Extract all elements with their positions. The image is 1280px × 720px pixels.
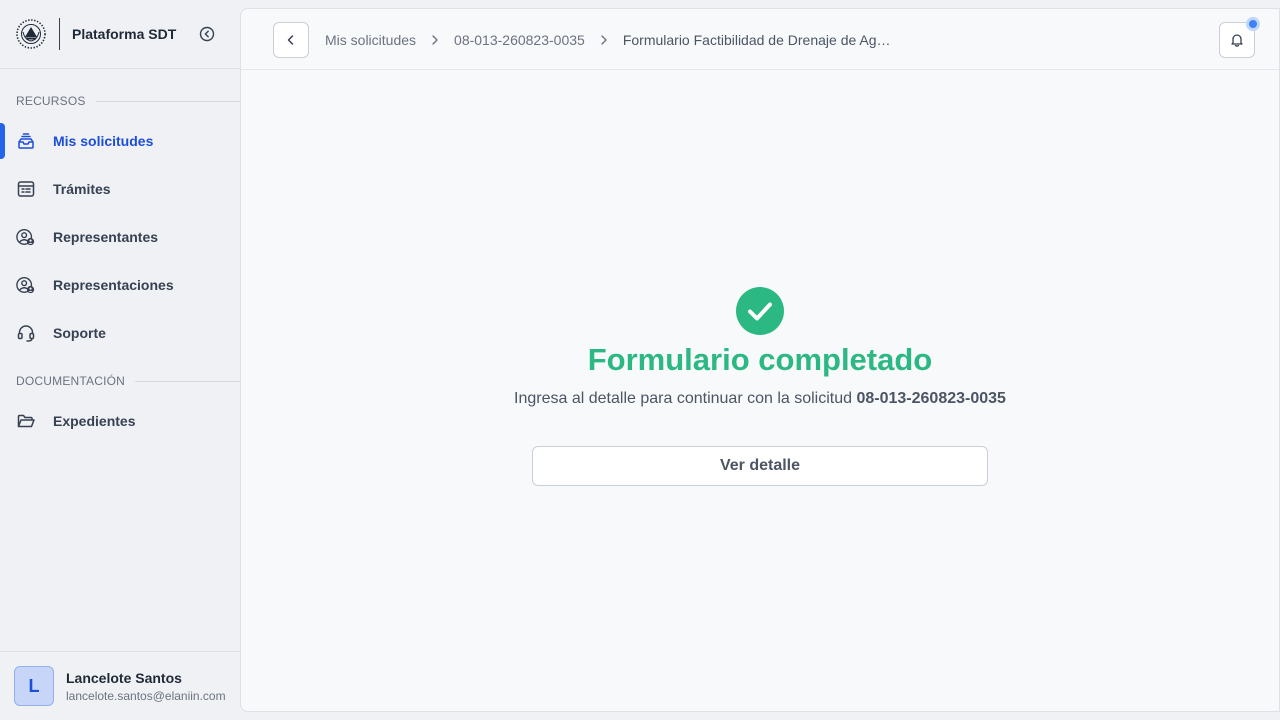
request-code: 08-013-260823-0035	[856, 390, 1006, 407]
sidebar-item-label: Representaciones	[53, 277, 174, 293]
app: Plataforma SDT RECURSOS Mis solicitudes	[0, 0, 1280, 720]
sidebar-item-mis-solicitudes[interactable]: Mis solicitudes	[0, 121, 240, 161]
headset-icon	[16, 323, 36, 343]
sidebar-item-expedientes[interactable]: Expedientes	[0, 401, 240, 441]
page-title: Formulario completado	[587, 342, 933, 377]
user-name: Lancelote Santos	[66, 669, 182, 686]
sidebar: Plataforma SDT RECURSOS Mis solicitudes	[0, 0, 240, 720]
sidebar-item-label: Mis solicitudes	[53, 133, 154, 149]
sidebar-item-representantes[interactable]: Representantes	[0, 217, 240, 257]
avatar: L	[14, 666, 54, 706]
section-label-text: RECURSOS	[16, 94, 86, 108]
bell-icon	[1231, 34, 1243, 47]
chevron-right-icon	[430, 34, 440, 46]
chevron-left-icon	[287, 35, 294, 45]
user-circle-badge-icon	[16, 227, 36, 247]
section-label-recursos: RECURSOS	[16, 94, 240, 108]
breadcrumb: Mis solicitudes 08-013-260823-0035 Formu…	[325, 9, 893, 70]
breadcrumb-item-request[interactable]: 08-013-260823-0035	[454, 32, 585, 48]
chevron-right-icon	[599, 34, 609, 46]
sidebar-item-label: Soporte	[53, 325, 106, 341]
breadcrumb-item-current: Formulario Factibilidad de Drenaje de Ag…	[622, 31, 893, 48]
sidebar-item-label: Representantes	[53, 229, 159, 245]
folder-open-icon	[16, 411, 36, 431]
success-content: Formulario completado Ingresa al detalle…	[241, 70, 1279, 711]
section-label-documentacion: DOCUMENTACIÓN	[16, 374, 240, 388]
sidebar-item-representaciones[interactable]: Representaciones	[0, 265, 240, 305]
success-message: Ingresa al detalle para continuar con la…	[241, 390, 1279, 408]
breadcrumb-item-mis-solicitudes[interactable]: Mis solicitudes	[325, 32, 416, 48]
check-circle-icon	[736, 287, 784, 335]
app-title: Plataforma SDT	[72, 26, 177, 42]
sidebar-item-label: Expedientes	[53, 413, 136, 429]
sidebar-item-label: Trámites	[53, 181, 111, 197]
notifications-button[interactable]	[1219, 17, 1260, 58]
user-info: Lancelote Santos lancelote.santos@elanii…	[66, 670, 228, 703]
back-button[interactable]	[273, 22, 309, 58]
view-detail-button[interactable]: Ver detalle	[532, 446, 988, 486]
brand-divider	[59, 18, 60, 50]
success-message-text: Ingresa al detalle para continuar con la…	[514, 390, 853, 407]
sidebar-item-tramites[interactable]: Trámites	[0, 169, 240, 209]
brand-header: Plataforma SDT	[0, 0, 240, 69]
coat-of-arms-logo-icon	[16, 19, 46, 49]
inbox-stack-icon	[16, 131, 36, 151]
collapse-sidebar-button[interactable]	[198, 25, 216, 43]
section-label-text: DOCUMENTACIÓN	[16, 374, 126, 388]
chevron-left-circle-icon	[200, 26, 215, 42]
user-profile[interactable]: L Lancelote Santos lancelote.santos@elan…	[0, 651, 240, 720]
sidebar-item-soporte[interactable]: Soporte	[0, 313, 240, 353]
user-circle-badge-icon	[16, 275, 36, 295]
calendar-table-icon	[16, 179, 36, 199]
topbar: Mis solicitudes 08-013-260823-0035 Formu…	[241, 9, 1279, 70]
user-email: lancelote.santos@elaniin.com	[66, 688, 226, 703]
notification-dot	[1246, 17, 1260, 31]
main-panel: Mis solicitudes 08-013-260823-0035 Formu…	[240, 8, 1280, 712]
